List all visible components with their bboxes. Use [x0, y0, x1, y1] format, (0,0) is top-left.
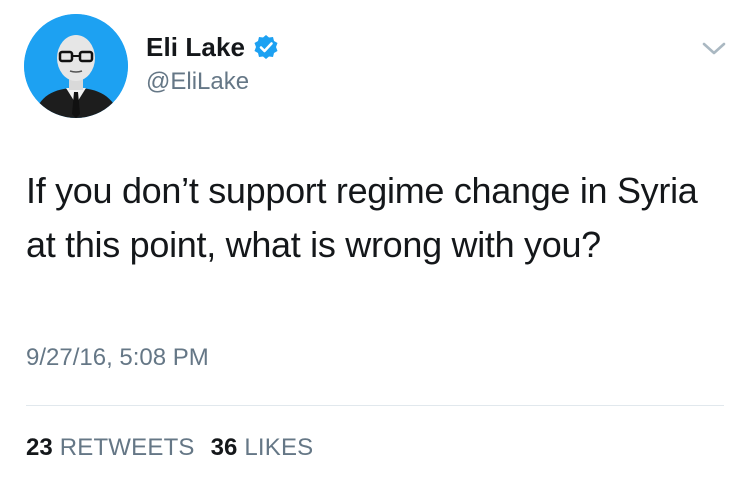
name-row: Eli Lake [146, 30, 279, 64]
chevron-down-icon[interactable] [700, 38, 728, 58]
avatar[interactable] [24, 14, 128, 118]
author-block: Eli Lake @EliLake [146, 30, 279, 96]
display-name[interactable]: Eli Lake [146, 32, 245, 63]
tweet-card: Eli Lake @EliLake If you don’t support r… [0, 0, 750, 490]
like-label: LIKES [244, 434, 314, 461]
like-count: 36 [210, 434, 238, 461]
likes-stat[interactable]: 36 LIKES [211, 434, 314, 462]
tweet-text: If you don’t support regime change in Sy… [26, 170, 698, 265]
divider [26, 405, 724, 406]
tweet-stats: 23 RETWEETS 36 LIKES [26, 434, 329, 462]
retweet-count: 23 [26, 434, 53, 461]
timestamp[interactable]: 9/27/16, 5:08 PM [26, 344, 209, 372]
handle[interactable]: @EliLake [146, 68, 279, 96]
retweets-stat[interactable]: 23 RETWEETS [26, 434, 195, 462]
retweet-label: RETWEETS [59, 434, 195, 461]
verified-badge-icon [253, 34, 279, 60]
avatar-photo-icon [24, 14, 128, 118]
